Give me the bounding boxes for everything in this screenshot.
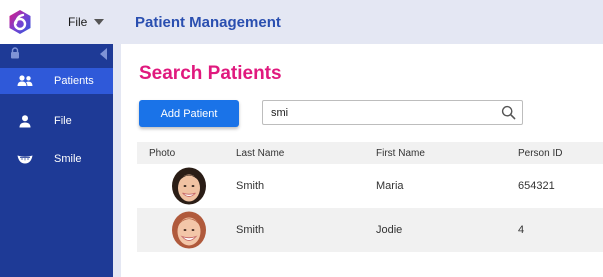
app-title: Patient Management: [135, 13, 281, 31]
search-input[interactable]: [263, 101, 493, 124]
sidebar-item-patients[interactable]: Patients: [0, 68, 113, 94]
top-bar: File Patient Management: [0, 0, 603, 44]
first-name-cell: Jodie: [376, 224, 403, 236]
app-logo-icon: [9, 10, 31, 34]
column-header-first-name[interactable]: First Name: [376, 148, 518, 159]
sidebar-item-label: Smile: [54, 153, 82, 165]
users-icon: [0, 75, 46, 87]
column-header-last-name[interactable]: Last Name: [236, 148, 376, 159]
table-row[interactable]: Smith Maria 654321: [137, 164, 603, 208]
main-panel: Search Patients Add Patient Photo Last N…: [121, 44, 603, 277]
last-name-cell: Smith: [236, 224, 265, 236]
collapse-sidebar-icon[interactable]: [100, 48, 107, 60]
avatar: [172, 211, 206, 249]
column-header-person-id[interactable]: Person ID: [518, 148, 603, 159]
app-header: Patient Management: [121, 0, 603, 44]
sidebar-divider: [113, 44, 121, 277]
lock-icon[interactable]: [10, 47, 20, 59]
table-row[interactable]: Smith Jodie 4: [137, 208, 603, 252]
table-header: Photo Last Name First Name Person ID: [137, 142, 603, 164]
sidebar-item-smile[interactable]: Smile: [0, 146, 113, 172]
patients-table: Photo Last Name First Name Person ID Smi…: [137, 142, 603, 252]
chevron-down-icon: [94, 19, 105, 25]
last-name-cell: Smith: [236, 180, 265, 192]
page-title: Search Patients: [139, 63, 282, 84]
sidebar-item-file[interactable]: File: [0, 108, 113, 134]
photo-cell: [137, 167, 236, 205]
sidebar: Patients File Smile: [0, 44, 113, 277]
person-id-cell: 654321: [518, 180, 555, 192]
column-header-photo[interactable]: Photo: [137, 148, 236, 159]
first-name-cell: Maria: [376, 180, 404, 192]
photo-cell: [137, 211, 236, 249]
file-menu-label: File: [68, 15, 88, 29]
smile-icon: [0, 154, 46, 164]
add-patient-button[interactable]: Add Patient: [139, 100, 239, 127]
search-icon[interactable]: [501, 105, 516, 120]
person-id-cell: 4: [518, 224, 525, 236]
sidebar-top: [0, 44, 113, 68]
person-icon: [0, 114, 46, 128]
sidebar-item-label: File: [54, 115, 72, 127]
search-box: [262, 100, 523, 125]
avatar: [172, 167, 206, 205]
sidebar-item-label: Patients: [54, 75, 94, 87]
logo-cell: [0, 0, 40, 44]
file-menu[interactable]: File: [40, 0, 121, 44]
